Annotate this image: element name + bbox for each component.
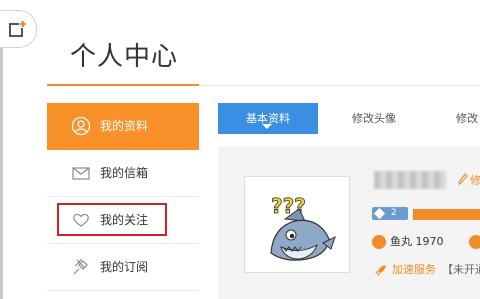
pin-icon	[73, 258, 88, 275]
add-window-icon	[9, 20, 27, 37]
highlight-box	[57, 203, 167, 236]
sidebar-item-label: 我的信箱	[100, 166, 149, 180]
tab-change-avatar[interactable]: 修改头像	[352, 103, 396, 134]
edit-profile-link[interactable]: 修	[470, 174, 480, 188]
nickname-blurred	[374, 171, 446, 189]
title-underline	[47, 84, 199, 86]
fishball-balance: 鱼丸 1970	[390, 235, 444, 248]
title-divider	[199, 85, 480, 86]
fishball-coin-icon	[372, 235, 386, 249]
tab-basic-info[interactable]: 基本资料	[218, 103, 318, 134]
avatar[interactable]: ???	[244, 176, 350, 273]
sidebar-item-label: 我的资料	[100, 119, 149, 133]
service-status: 【未开通	[442, 263, 480, 276]
diamond-icon	[373, 207, 386, 220]
rocket-icon	[375, 265, 386, 276]
shark-avatar-icon: ???	[270, 194, 336, 261]
user-icon	[71, 116, 91, 136]
window-left-border	[0, 46, 3, 299]
sidebar-item-label: 我的订阅	[100, 260, 149, 274]
coin-icon-secondary	[469, 235, 480, 249]
tab-edit-more[interactable]: 修改	[456, 103, 478, 134]
page-title: 个人中心	[70, 42, 179, 72]
mail-icon	[72, 167, 90, 180]
level-progress-bar	[413, 209, 480, 220]
pencil-icon	[458, 173, 468, 185]
acceleration-service-link[interactable]: 加速服务	[392, 263, 436, 277]
corner-add-button[interactable]	[0, 10, 37, 48]
tab-caret-icon	[262, 124, 272, 129]
level-number: 2	[391, 208, 397, 218]
sidebar-item-profile[interactable]: 我的资料	[47, 103, 199, 150]
sidebar-item-mailbox[interactable]: 我的信箱	[47, 150, 199, 197]
level-badge: 2	[372, 207, 408, 220]
sidebar-item-subscriptions[interactable]: 我的订阅	[47, 244, 199, 291]
